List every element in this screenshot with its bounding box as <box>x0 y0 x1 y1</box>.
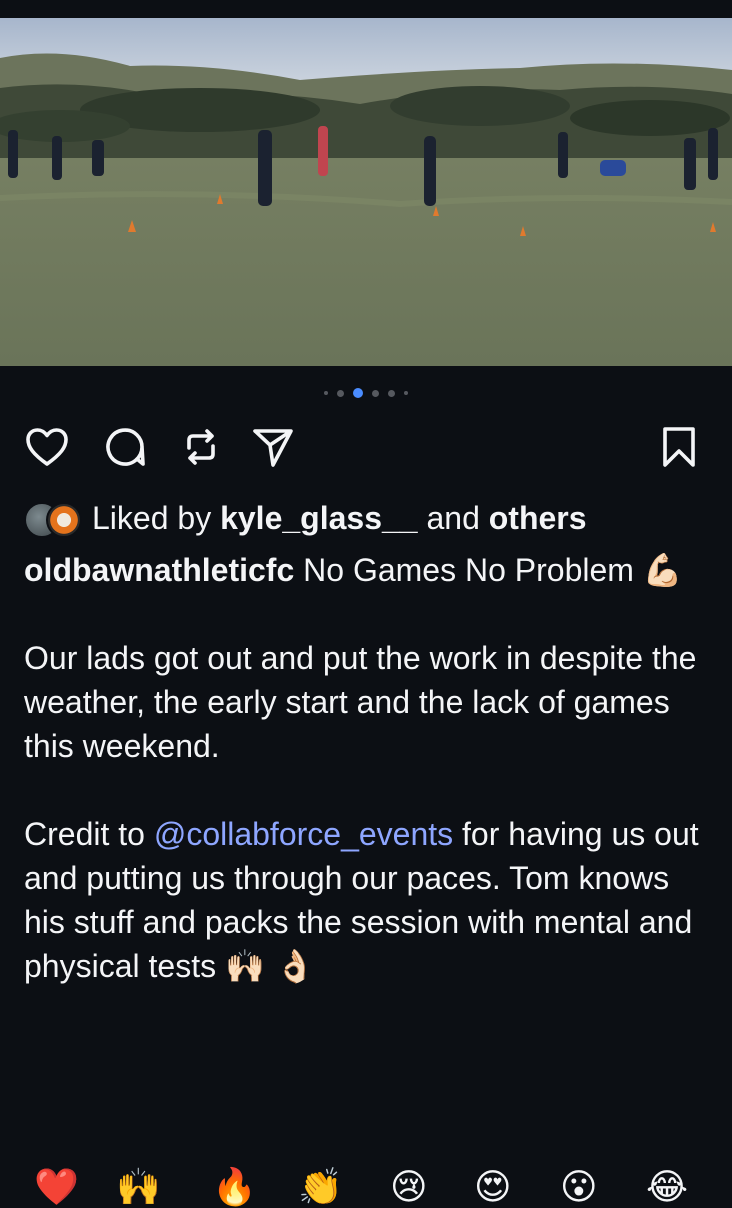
caption-credit-paragraph: Credit to @collabforce_events for having… <box>24 812 714 988</box>
carousel-dot <box>337 389 344 397</box>
post-photo[interactable] <box>0 18 732 366</box>
comment-icon <box>106 428 145 466</box>
liked-by-others[interactable]: others <box>489 500 587 537</box>
repost-button[interactable] <box>178 424 224 470</box>
credit-prefix: Credit to <box>24 816 154 852</box>
liker-username[interactable]: kyle_glass__ <box>220 500 418 537</box>
reaction-raised-hands[interactable]: 🙌 <box>116 1168 161 1208</box>
mention-link[interactable]: @collabforce_events <box>154 816 453 852</box>
raised-hands-ok-emoji: 🙌🏻 👌🏻 <box>224 947 315 985</box>
caption-paragraph: Our lads got out and put the work in des… <box>24 640 697 764</box>
reaction-heart-eyes[interactable]: 😍 <box>474 1168 512 1208</box>
liked-by-and: and <box>417 499 489 536</box>
training-field-image <box>0 18 732 366</box>
reaction-heart[interactable]: ❤️ <box>34 1168 79 1208</box>
carousel-dot <box>372 389 379 397</box>
carousel-dot <box>388 389 395 397</box>
save-button[interactable] <box>656 424 702 470</box>
post-caption: oldbawnathleticfc No Games No Problem 💪🏻… <box>24 548 714 988</box>
quick-reactions-bar: ❤️ 🙌 🔥 👏 😢 😍 😮 😂 <box>0 1168 732 1208</box>
repost-icon <box>187 429 215 465</box>
like-button[interactable] <box>24 424 70 470</box>
avatar <box>46 502 82 538</box>
reaction-clap[interactable]: 👏 <box>298 1168 343 1208</box>
carousel-dot-active <box>353 388 363 398</box>
caption-title: No Games No Problem <box>294 552 643 588</box>
status-bar <box>0 0 732 18</box>
share-button[interactable] <box>250 424 296 470</box>
liked-by-prefix: Liked by <box>92 499 221 536</box>
liked-by-row[interactable]: Liked by kyle_glass__ and others <box>24 498 587 538</box>
reaction-crying[interactable]: 😢 <box>390 1168 428 1208</box>
share-icon <box>253 429 293 467</box>
reaction-fire[interactable]: 🔥 <box>212 1168 257 1208</box>
reaction-surprised[interactable]: 😮 <box>560 1168 598 1208</box>
caption-title-line: oldbawnathleticfc No Games No Problem 💪🏻 <box>24 548 714 592</box>
carousel-dot <box>404 391 408 395</box>
carousel-dot <box>324 391 328 395</box>
liker-avatars <box>24 500 88 538</box>
post-action-bar <box>0 420 732 472</box>
flexed-biceps-emoji: 💪🏻 <box>642 551 683 589</box>
reaction-laughing[interactable]: 😂 <box>646 1168 688 1208</box>
heart-icon <box>26 428 68 466</box>
caption-username[interactable]: oldbawnathleticfc <box>24 552 294 588</box>
carousel-indicator <box>0 388 732 398</box>
comment-button[interactable] <box>102 424 148 470</box>
bookmark-icon <box>663 427 695 467</box>
